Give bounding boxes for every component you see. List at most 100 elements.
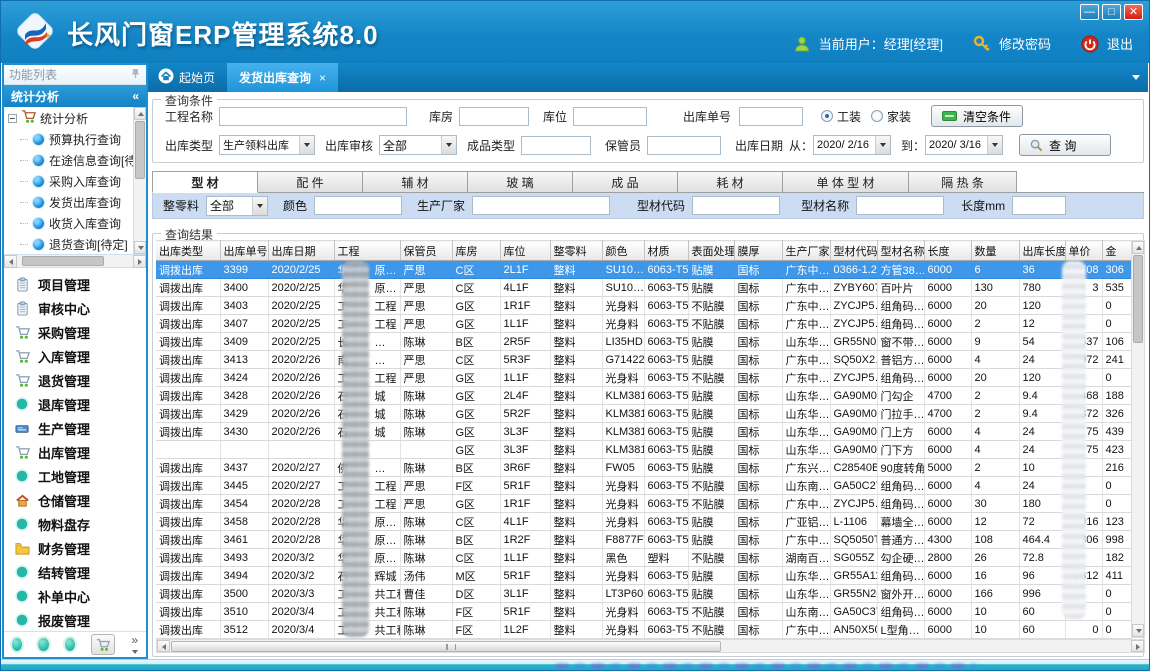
column-header[interactable]: 库房 bbox=[452, 241, 500, 261]
tree-item[interactable]: 在途信息查询[待 bbox=[4, 150, 146, 171]
material-tab[interactable]: 型 材 bbox=[152, 171, 258, 193]
table-row[interactable]: 调拨出库34072020/2/25工工程严思G区1L1F整料光身料6063-T5… bbox=[156, 315, 1131, 333]
sidebar-item[interactable]: 结转管理 bbox=[4, 560, 146, 584]
warehouse-input[interactable] bbox=[459, 107, 529, 126]
logout-link[interactable]: 退出 bbox=[1107, 34, 1133, 53]
close-button[interactable]: ✕ bbox=[1124, 4, 1143, 20]
table-row[interactable]: 调拨出库34032020/2/25工工程严思G区1R1F整料光身料6063-T5… bbox=[156, 297, 1131, 315]
scroll-left-arrow[interactable] bbox=[4, 255, 17, 268]
maximize-button[interactable]: □ bbox=[1102, 4, 1121, 20]
sidebar-item[interactable]: 项目管理 bbox=[4, 272, 146, 296]
module-dot-button[interactable] bbox=[12, 638, 22, 651]
sidebar-item[interactable]: 报废管理 bbox=[4, 608, 146, 631]
order-no-input[interactable] bbox=[739, 107, 803, 126]
profile-name-input[interactable] bbox=[856, 196, 944, 215]
sidebar-item[interactable]: 出库管理 bbox=[4, 440, 146, 464]
sidebar-item[interactable]: 补单中心 bbox=[4, 584, 146, 608]
sidebar-item[interactable]: 财务管理 bbox=[4, 536, 146, 560]
more-modules-button[interactable]: » bbox=[131, 635, 138, 655]
minimize-button[interactable]: — bbox=[1080, 4, 1099, 20]
sidebar-item[interactable]: 工地管理 bbox=[4, 464, 146, 488]
collapse-icon[interactable]: « bbox=[132, 89, 139, 103]
scroll-up-arrow[interactable] bbox=[1132, 241, 1144, 254]
grid-horizontal-scrollbar[interactable] bbox=[156, 639, 1145, 653]
scroll-right-arrow[interactable] bbox=[133, 255, 146, 268]
date-from-picker[interactable]: 2020/ 2/16 bbox=[813, 135, 891, 155]
sidebar-item[interactable]: 入库管理 bbox=[4, 344, 146, 368]
scrollbar-thumb[interactable] bbox=[22, 256, 104, 266]
table-row[interactable]: 调拨出库34092020/2/25长…陈琳B区2R5F整料LI35HD6063-… bbox=[156, 333, 1131, 351]
table-row[interactable]: 调拨出库34452020/2/27工工程严思F区5R1F整料光身料6063-T5… bbox=[156, 477, 1131, 495]
table-row[interactable]: 调拨出库34002020/2/25华原…严思C区4L1F整料SU10…6063-… bbox=[156, 279, 1131, 297]
length-input[interactable] bbox=[1012, 196, 1066, 215]
tree-horizontal-scrollbar[interactable] bbox=[4, 255, 146, 268]
table-row[interactable]: 调拨出库34372020/2/27佛…陈琳B区3R6F整料FW056063-T5… bbox=[156, 459, 1131, 477]
column-header[interactable]: 型材名称 bbox=[877, 241, 924, 261]
table-row[interactable]: 调拨出库35102020/3/4工共工程陈琳F区5R1F整料光身料6063-T5… bbox=[156, 603, 1131, 621]
table-row[interactable]: 调拨出库34132020/2/26南…严思C区5R3F整料G714226063-… bbox=[156, 351, 1131, 369]
table-row[interactable]: 调拨出库34242020/2/26工工程严思G区1L1F整料光身料6063-T5… bbox=[156, 369, 1131, 387]
column-header[interactable]: 出库单号 bbox=[220, 241, 268, 261]
sidebar-item[interactable]: 退库管理 bbox=[4, 392, 146, 416]
scrollbar-thumb[interactable] bbox=[1133, 255, 1143, 343]
scroll-down-arrow[interactable] bbox=[1132, 624, 1144, 637]
module-dot-button[interactable] bbox=[38, 638, 48, 651]
tab-home[interactable]: 起始页 bbox=[148, 63, 227, 92]
scrollbar-thumb[interactable] bbox=[135, 121, 145, 179]
table-row[interactable]: 调拨出库34282020/2/26石城陈琳G区2L4F整料KLM38176063… bbox=[156, 387, 1131, 405]
table-row[interactable]: 调拨出库34582020/2/28华原…陈琳C区4L1F整料光身料6063-T5… bbox=[156, 513, 1131, 531]
tree-item[interactable]: 预算执行查询 bbox=[4, 129, 146, 150]
material-tab[interactable]: 成 品 bbox=[573, 171, 678, 193]
table-row[interactable]: 调拨出库33992020/2/25华原…严思C区2L1F整料SU10…6063-… bbox=[156, 261, 1131, 279]
column-header[interactable]: 工程 bbox=[334, 241, 400, 261]
column-header[interactable]: 库位 bbox=[500, 241, 550, 261]
column-header[interactable]: 出库类型 bbox=[156, 241, 220, 261]
tree-item[interactable]: 退货查询[待定] bbox=[4, 234, 146, 255]
profile-code-input[interactable] bbox=[692, 196, 780, 215]
material-tab[interactable]: 辅 材 bbox=[363, 171, 468, 193]
cart-module-button[interactable] bbox=[91, 634, 115, 655]
scroll-right-arrow[interactable] bbox=[1131, 640, 1144, 652]
scrollbar-thumb[interactable] bbox=[171, 641, 721, 652]
material-tab[interactable]: 单 体 型 材 bbox=[783, 171, 909, 193]
sidebar-item[interactable]: 物料盘存 bbox=[4, 512, 146, 536]
pin-icon[interactable] bbox=[130, 68, 141, 82]
material-tab[interactable]: 耗 材 bbox=[678, 171, 783, 193]
sidebar-item[interactable]: 审核中心 bbox=[4, 296, 146, 320]
clear-conditions-button[interactable]: 清空条件 bbox=[931, 105, 1023, 127]
column-header[interactable]: 出库日期 bbox=[268, 241, 334, 261]
table-row[interactable]: 调拨出库34942020/3/2石辉城汤伟M区5R1F整料光身料6063-T5贴… bbox=[156, 567, 1131, 585]
tree-item[interactable]: 收货入库查询 bbox=[4, 213, 146, 234]
color-input[interactable] bbox=[314, 196, 402, 215]
scroll-up-arrow[interactable] bbox=[134, 107, 146, 120]
table-row[interactable]: G区3L3F整料KLM38176063-T5贴膜国标山东华…GA90M09…门下… bbox=[156, 441, 1131, 459]
keeper-input[interactable] bbox=[647, 136, 721, 155]
column-header[interactable]: 型材代码 bbox=[830, 241, 877, 261]
audit-select[interactable]: 全部 bbox=[379, 135, 457, 155]
sidebar-item[interactable]: 仓储管理 bbox=[4, 488, 146, 512]
sidebar-item[interactable]: 生产管理 bbox=[4, 416, 146, 440]
column-header[interactable]: 金 bbox=[1102, 241, 1131, 261]
tree-root[interactable]: 统计分析 bbox=[4, 107, 146, 129]
out-type-select[interactable]: 生产领料出库 bbox=[219, 135, 315, 155]
change-password-link[interactable]: 修改密码 bbox=[999, 34, 1051, 53]
location-input[interactable] bbox=[573, 107, 647, 126]
column-header[interactable]: 膜厚 bbox=[734, 241, 782, 261]
column-header[interactable]: 单价 bbox=[1065, 241, 1102, 261]
date-to-picker[interactable]: 2020/ 3/16 bbox=[925, 135, 1003, 155]
table-row[interactable]: 调拨出库34302020/2/26石城陈琳G区3L3F整料KLM38176063… bbox=[156, 423, 1131, 441]
table-row[interactable]: 调拨出库34292020/2/26石城陈琳G区5R2F整料KLM38176063… bbox=[156, 405, 1131, 423]
module-dot-button[interactable] bbox=[65, 638, 75, 651]
material-tab[interactable]: 玻 璃 bbox=[468, 171, 573, 193]
whole-select[interactable]: 全部 bbox=[206, 196, 268, 216]
table-row[interactable]: 调拨出库34932020/3/2华原…陈琳C区1L1F整料黑色塑料不贴膜国标湖南… bbox=[156, 549, 1131, 567]
maker-input[interactable] bbox=[472, 196, 610, 215]
search-button[interactable]: 查 询 bbox=[1019, 134, 1111, 156]
tree-item[interactable]: 发货出库查询 bbox=[4, 192, 146, 213]
sidebar-item[interactable]: 退货管理 bbox=[4, 368, 146, 392]
scroll-down-arrow[interactable] bbox=[134, 241, 146, 254]
tree-vertical-scrollbar[interactable] bbox=[133, 107, 146, 254]
column-header[interactable]: 保管员 bbox=[400, 241, 452, 261]
column-header[interactable]: 数量 bbox=[971, 241, 1019, 261]
radio-jiazhuang[interactable]: 家装 bbox=[871, 108, 911, 125]
